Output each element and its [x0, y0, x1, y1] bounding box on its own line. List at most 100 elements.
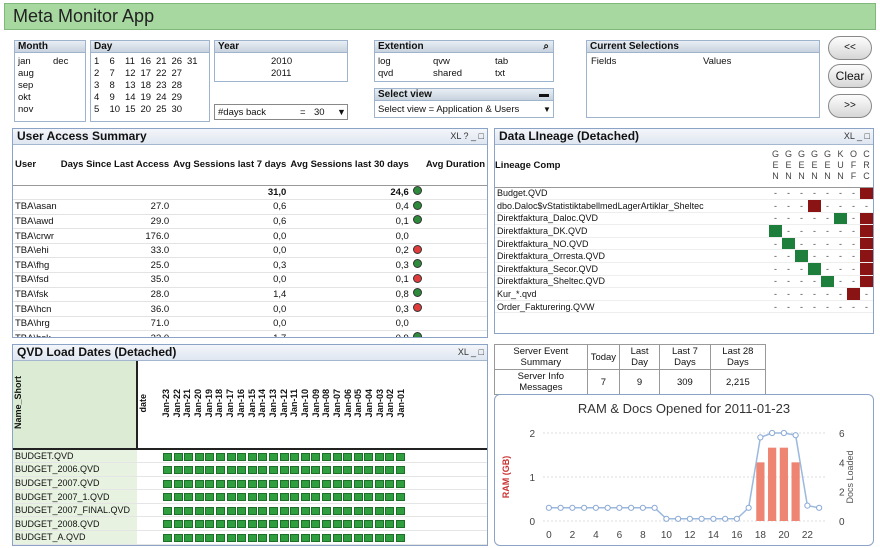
table-row[interactable]: Order_Fakturering.QVW - - - - - - - -: [495, 300, 873, 314]
extension-item[interactable]: tab: [495, 57, 508, 67]
table-row[interactable]: TBA\asan27.00,60,444:1255:10: [13, 199, 487, 215]
lineage-column-header[interactable]: GEN: [808, 145, 821, 188]
clear-button[interactable]: Clear: [828, 64, 872, 88]
day-item[interactable]: 22: [156, 69, 167, 79]
day-item[interactable]: 26: [172, 57, 183, 67]
minimize-icon[interactable]: ▬: [539, 89, 549, 101]
days-back-dropdown[interactable]: #days back = 30 ▼: [214, 104, 348, 120]
table-row[interactable]: TBA\hsk23.01,70,901:3920:07: [13, 330, 487, 337]
day-item[interactable]: 2: [94, 69, 99, 79]
table-row[interactable]: TBA\awd29.00,60,131:1808:29: [13, 214, 487, 230]
day-item[interactable]: 5: [94, 105, 99, 115]
table-row[interactable]: Budget.QVD - - - - - - -: [495, 187, 873, 201]
lineage-column-header[interactable]: KUN: [834, 145, 847, 188]
panel-controls[interactable]: XL ? _ □: [450, 129, 487, 144]
lineage-column-header[interactable]: GEN: [821, 145, 834, 188]
day-item[interactable]: 8: [110, 81, 115, 91]
name-short-header[interactable]: Name_Short: [13, 361, 138, 450]
month-item[interactable]: dec: [53, 57, 68, 67]
lineage-comp-header[interactable]: Lineage Comp: [495, 145, 769, 188]
table-row[interactable]: TBA\fhg25.00,30,321:4802:52: [13, 257, 487, 274]
extension-item[interactable]: qvd: [378, 69, 393, 79]
year-2011[interactable]: 2011: [271, 69, 291, 79]
month-item[interactable]: nov: [18, 105, 33, 115]
column-header[interactable]: User: [13, 145, 59, 186]
lineage-column-header[interactable]: GEN: [795, 145, 808, 188]
day-item[interactable]: 7: [110, 69, 115, 79]
table-row[interactable]: BUDGET_2008.QVD: [13, 516, 487, 532]
table-row[interactable]: Direktfaktura_Orresta.QVD - - - - - -: [495, 249, 873, 264]
day-item[interactable]: 29: [172, 93, 183, 103]
lineage-column-header[interactable]: GEN: [769, 145, 782, 188]
year-2010[interactable]: 2010: [271, 57, 292, 67]
day-item[interactable]: 16: [141, 57, 152, 67]
lineage-column-header[interactable]: OFF: [847, 145, 860, 188]
table-row[interactable]: BUDGET_2006.QVD: [13, 462, 487, 477]
table-row[interactable]: BUDGET.QVD: [13, 449, 487, 464]
forward-button[interactable]: >>: [828, 94, 872, 118]
table-row[interactable]: Direktfaktura_Daloc.QVD - - - - - -: [495, 212, 873, 226]
panel-controls[interactable]: XL _ □: [458, 345, 487, 360]
table-row[interactable]: TBA\ehi33.00,00,200:03: [13, 243, 487, 259]
search-icon[interactable]: ⌕: [543, 41, 549, 53]
lineage-column-header[interactable]: CRC: [860, 145, 873, 188]
column-header[interactable]: Days Since Last Access: [58, 145, 172, 186]
day-item[interactable]: 21: [156, 57, 167, 67]
day-item[interactable]: 31: [187, 57, 198, 67]
table-row[interactable]: TBA\hcn36.00,00,332:01: [13, 301, 487, 317]
back-button[interactable]: <<: [828, 36, 872, 60]
column-header[interactable]: Avg Sessions last 7 days: [171, 145, 289, 186]
table-row[interactable]: BUDGET_2007.QVD: [13, 476, 487, 491]
day-item[interactable]: 20: [141, 105, 152, 115]
table-row[interactable]: TBA\fsd35.00,00,125:29: [13, 272, 487, 288]
date-header[interactable]: date: [137, 361, 161, 450]
day-item[interactable]: 30: [172, 105, 183, 115]
day-item[interactable]: 12: [125, 69, 136, 79]
extension-item[interactable]: log: [378, 57, 391, 67]
table-row[interactable]: Direktfaktura_Secor.QVD - - - - - -: [495, 262, 873, 276]
lineage-column-header[interactable]: GEN: [782, 145, 795, 188]
table-row[interactable]: Direktfaktura_DK.QVD - - - - - -: [495, 224, 873, 238]
table-row[interactable]: TBA\fsk28.01,40,810:1107:44: [13, 287, 487, 303]
column-header[interactable]: [410, 145, 424, 186]
day-item[interactable]: 28: [172, 81, 183, 91]
select-view-box[interactable]: Select view ▬ Select view = Application &…: [374, 88, 554, 118]
extension-item[interactable]: txt: [495, 69, 505, 79]
table-row[interactable]: Kur_*.qvd - - - - - - -: [495, 287, 873, 301]
table-row[interactable]: TBA\crwr176.00,00,000:00: [13, 228, 487, 244]
extension-listbox[interactable]: Extention ⌕ log qvw tab qvd shared txt: [374, 40, 554, 82]
day-item[interactable]: 10: [110, 105, 121, 115]
table-row[interactable]: BUDGET_A.QVD: [13, 530, 487, 545]
column-header[interactable]: Avg Duration (mm:ss) 7...: [423, 145, 487, 186]
extension-item[interactable]: qvw: [433, 57, 450, 67]
day-item[interactable]: 6: [110, 57, 115, 67]
day-item[interactable]: 3: [94, 81, 99, 91]
day-item[interactable]: 11: [125, 57, 135, 67]
day-listbox[interactable]: Day 1 2 3 4 5 6 7 8 9 10 11 12 13 14 15 16 17 18 19 20 21 22 2…: [90, 40, 210, 122]
select-view-value[interactable]: Select view = Application & Users: [378, 105, 519, 115]
table-row[interactable]: Direktfaktura_Sheltec.QVD - - - - - -: [495, 275, 873, 289]
table-row[interactable]: BUDGET_2007_1.QVD: [13, 489, 487, 504]
table-row[interactable]: BUDGET_R.QVD: [13, 544, 487, 545]
month-item[interactable]: sep: [18, 81, 33, 91]
day-item[interactable]: 27: [172, 69, 183, 79]
day-item[interactable]: 1: [94, 57, 99, 67]
table-row[interactable]: dbo.Daloc$vStatistiktabellmedLagerArtikl…: [495, 199, 873, 213]
day-item[interactable]: 18: [141, 81, 152, 91]
table-row[interactable]: Direktfaktura_NO.QVD - - - - - -: [495, 237, 873, 251]
month-item[interactable]: aug: [18, 69, 34, 79]
day-item[interactable]: 15: [125, 105, 136, 115]
month-item[interactable]: okt: [18, 93, 31, 103]
table-row[interactable]: TBA\hrg71.00,00,000:00: [13, 316, 487, 332]
table-row[interactable]: BUDGET_2007_FINAL.QVD: [13, 503, 487, 518]
month-item[interactable]: jan: [18, 57, 31, 67]
day-item[interactable]: 4: [94, 93, 99, 103]
day-item[interactable]: 23: [156, 81, 167, 91]
day-item[interactable]: 25: [156, 105, 167, 115]
day-item[interactable]: 14: [125, 93, 136, 103]
panel-controls[interactable]: XL _ □: [844, 129, 873, 144]
month-listbox[interactable]: Month jan aug sep okt nov dec: [14, 40, 86, 122]
year-listbox[interactable]: Year 2010 2011: [214, 40, 348, 82]
day-item[interactable]: 17: [141, 69, 152, 79]
day-item[interactable]: 24: [156, 93, 167, 103]
